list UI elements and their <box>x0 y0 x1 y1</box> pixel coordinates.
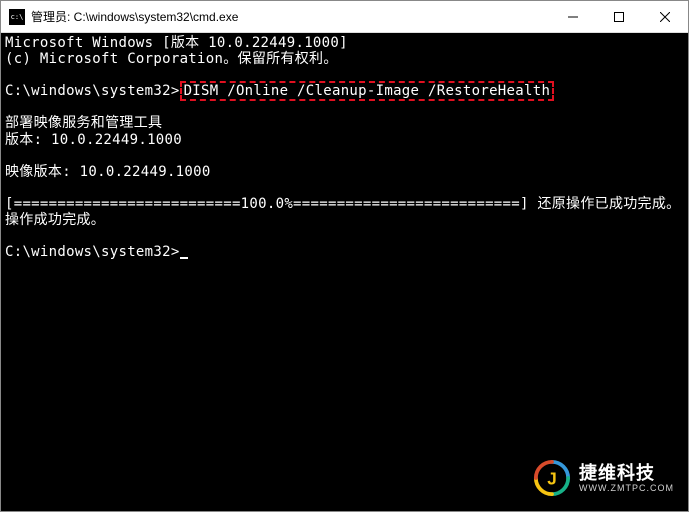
dism-title-line: 部署映像服务和管理工具 <box>5 115 162 131</box>
close-button[interactable] <box>642 1 688 32</box>
window-title: 管理员: C:\windows\system32\cmd.exe <box>31 8 550 25</box>
cursor-icon <box>180 257 188 259</box>
watermark-text: 捷维科技 WWW.ZMTPC.COM <box>579 464 674 493</box>
watermark-logo-icon: J <box>533 459 571 497</box>
success-line: 操作成功完成。 <box>5 212 105 228</box>
copyright-line: (c) Microsoft Corporation。保留所有权利。 <box>5 51 338 67</box>
terminal-output[interactable]: Microsoft Windows [版本 10.0.22449.1000] (… <box>1 33 688 511</box>
watermark: J 捷维科技 WWW.ZMTPC.COM <box>533 459 674 497</box>
window-titlebar: 管理员: C:\windows\system32\cmd.exe <box>1 1 688 33</box>
highlighted-command: DISM /Online /Cleanup-Image /RestoreHeal… <box>180 81 555 101</box>
window-controls <box>550 1 688 32</box>
cmd-icon <box>9 9 25 25</box>
svg-text:J: J <box>547 470 557 489</box>
watermark-cn: 捷维科技 <box>579 464 674 482</box>
dism-version-line: 版本: 10.0.22449.1000 <box>5 132 182 148</box>
watermark-en: WWW.ZMTPC.COM <box>579 484 674 493</box>
os-version-line: Microsoft Windows [版本 10.0.22449.1000] <box>5 35 348 51</box>
progress-line: [==========================100.0%=======… <box>5 196 680 212</box>
minimize-button[interactable] <box>550 1 596 32</box>
prompt-path-2: C:\windows\system32> <box>5 244 180 260</box>
prompt-path: C:\windows\system32> <box>5 83 180 99</box>
maximize-button[interactable] <box>596 1 642 32</box>
image-version-line: 映像版本: 10.0.22449.1000 <box>5 164 211 180</box>
